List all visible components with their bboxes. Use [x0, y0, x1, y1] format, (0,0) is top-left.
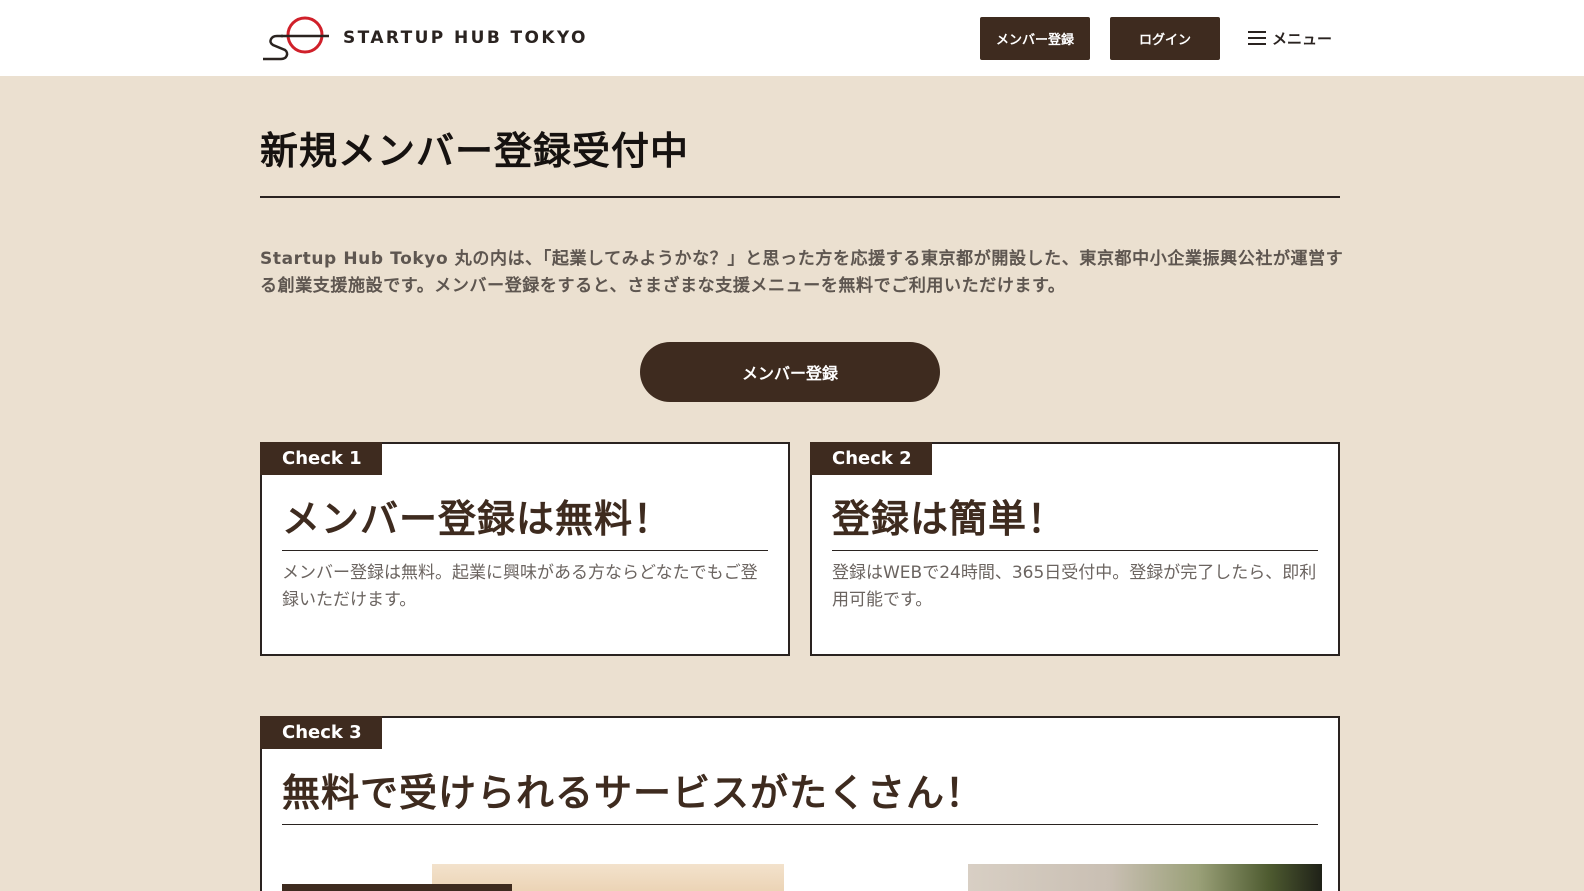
service-photo-consultation [968, 864, 1322, 891]
check-body: メンバー登録は無料。起業に興味がある方ならどなたでもご登録いただけます。 [282, 563, 758, 610]
intro-text: Startup Hub Tokyo 丸の内は、「起業してみようかな？」と思った方… [260, 249, 1344, 296]
check-card-3: Check 3 無料で受けられるサービスがたくさん！ [260, 716, 1340, 891]
hamburger-icon [1248, 31, 1266, 45]
check-body: 登録はWEBで24時間、365日受付中。登録が完了したら、即利用可能です。 [832, 563, 1317, 610]
check-card-2: Check 2 登録は簡単！ 登録はWEBで24時間、365日受付中。登録が完了… [810, 442, 1340, 656]
check-divider [282, 550, 768, 551]
page-title: 新規メンバー登録受付中 [260, 129, 690, 173]
title-divider [260, 196, 1340, 198]
check-divider [832, 550, 1318, 551]
site-logo[interactable]: STARTUP HUB TOKYO [259, 14, 588, 62]
header-member-register-button[interactable]: メンバー登録 [980, 17, 1090, 60]
check-divider [282, 824, 1318, 825]
header-login-button[interactable]: ログイン [1110, 17, 1220, 60]
member-register-cta-button[interactable]: メンバー登録 [640, 342, 940, 402]
menu-button[interactable]: メニュー [1248, 26, 1332, 50]
check-card-1: Check 1 メンバー登録は無料！ メンバー登録は無料。起業に興味がある方なら… [260, 442, 790, 656]
check-tag: Check 1 [260, 442, 382, 475]
check-title: 登録は簡単！ [832, 497, 1067, 541]
check-title: 無料で受けられるサービスがたくさん！ [282, 771, 985, 815]
service-label-bar [282, 884, 512, 891]
check-title: メンバー登録は無料！ [282, 497, 673, 541]
logo-text: STARTUP HUB TOKYO [343, 28, 588, 48]
menu-label: メニュー [1272, 29, 1333, 48]
logo-mark-icon [263, 16, 329, 61]
check-tag: Check 2 [810, 442, 932, 475]
site-header: STARTUP HUB TOKYO メンバー登録 ログイン メニュー [0, 0, 1584, 76]
check-tag: Check 3 [260, 716, 382, 749]
